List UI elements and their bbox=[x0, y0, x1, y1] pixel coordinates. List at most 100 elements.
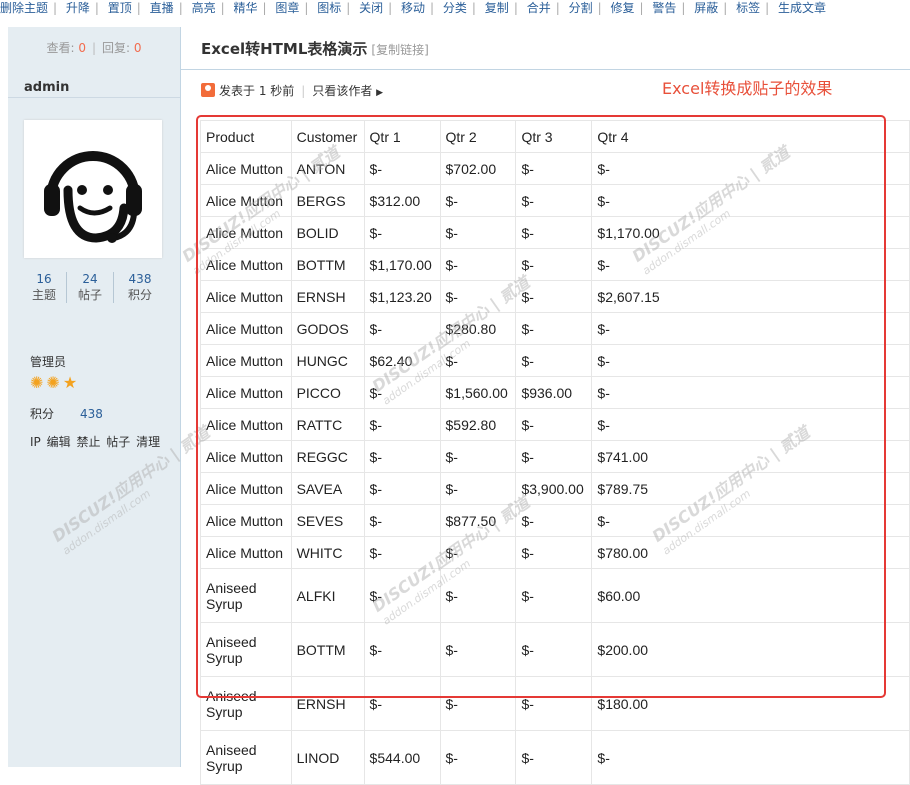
toolbar-stick[interactable]: 置顶 bbox=[108, 1, 132, 15]
star-icon: ★ bbox=[62, 373, 81, 392]
toolbar-generate-article[interactable]: 生成文章 bbox=[778, 1, 826, 15]
threads-count-value: 16 bbox=[36, 272, 52, 286]
separator: | bbox=[304, 1, 309, 15]
table-cell: $- bbox=[363, 408, 441, 441]
posts-count-label: 帖子 bbox=[77, 288, 102, 302]
table-cell: $1,123.20 bbox=[363, 280, 441, 313]
author-sidebar: 查看: 0 | 回复: 0 admin 16 主题 24 帖子 438 积分 管… bbox=[8, 27, 181, 767]
ban-link[interactable]: 禁止 bbox=[76, 435, 100, 449]
thread-title-bar: Excel转HTML表格演示 [复制链接] bbox=[181, 27, 910, 70]
toolbar-icon[interactable]: 图标 bbox=[317, 1, 341, 15]
header-cell: Product bbox=[200, 120, 292, 153]
table-cell: Alice Mutton bbox=[200, 216, 292, 249]
table-cell: $- bbox=[439, 216, 517, 249]
separator: | bbox=[765, 1, 770, 15]
table-cell: $- bbox=[515, 280, 593, 313]
toolbar-bump[interactable]: 升降 bbox=[66, 1, 90, 15]
table-cell: $200.00 bbox=[591, 622, 910, 677]
table-cell: $- bbox=[515, 216, 593, 249]
toolbar-delete-thread[interactable]: 删除主题 bbox=[0, 1, 48, 15]
table-cell: $- bbox=[439, 730, 517, 785]
table-cell: LINOD bbox=[290, 730, 365, 785]
moderation-toolbar: 删除主题 | 升降 | 置顶 | 直播 | 高亮 | 精华 | 图章 | 图标 | 关闭 | 移动… bbox=[0, 0, 910, 18]
toolbar-stamp[interactable]: 图章 bbox=[275, 1, 299, 15]
toolbar-repair[interactable]: 修复 bbox=[610, 1, 634, 15]
author-username[interactable]: admin bbox=[24, 80, 69, 95]
table-cell: BOLID bbox=[290, 216, 365, 249]
separator: | bbox=[723, 1, 728, 15]
table-cell: $789.75 bbox=[591, 472, 910, 505]
triangle-right-icon: ▶ bbox=[376, 88, 384, 98]
table-cell: $- bbox=[363, 440, 441, 473]
table-cell: $312.00 bbox=[363, 184, 441, 217]
table-cell: $3,900.00 bbox=[515, 472, 593, 505]
thread-title-text: Excel转HTML表格演示 bbox=[201, 40, 368, 58]
toolbar-merge[interactable]: 合并 bbox=[527, 1, 551, 15]
toolbar-highlight[interactable]: 高亮 bbox=[192, 1, 216, 15]
table-row: Alice Mutton SAVEA $- $- $3,900.00 $789.75 bbox=[200, 472, 910, 505]
toolbar-tags[interactable]: 标签 bbox=[736, 1, 760, 15]
table-cell: $- bbox=[515, 504, 593, 537]
replies-count: 0 bbox=[133, 41, 142, 55]
table-cell: $- bbox=[591, 376, 910, 409]
table-row: Alice Mutton ERNSH $1,123.20 $- $- $2,607.15 bbox=[200, 280, 910, 313]
avatar[interactable] bbox=[24, 120, 162, 258]
table-cell: Alice Mutton bbox=[200, 152, 292, 185]
separator: | bbox=[220, 1, 225, 15]
toolbar-block[interactable]: 屏蔽 bbox=[694, 1, 718, 15]
table-cell: WHITC bbox=[290, 536, 365, 569]
table-row: Alice Mutton PICCO $- $1,560.00 $936.00 $- bbox=[200, 376, 910, 409]
table-cell: $- bbox=[515, 622, 593, 677]
table-row: Alice Mutton SEVES $- $877.50 $- $- bbox=[200, 504, 910, 537]
separator: | bbox=[430, 1, 435, 15]
annotation-text: Excel转换成贴子的效果 bbox=[662, 79, 833, 98]
table-cell: $- bbox=[439, 472, 517, 505]
table-cell: $- bbox=[591, 312, 910, 345]
table-cell: $- bbox=[363, 622, 441, 677]
table-row: Alice Mutton REGGC $- $- $- $741.00 bbox=[200, 440, 910, 473]
posts-link[interactable]: 帖子 bbox=[106, 435, 130, 449]
ip-link[interactable]: IP bbox=[30, 435, 41, 449]
table-cell: $702.00 bbox=[439, 152, 517, 185]
toolbar-move[interactable]: 移动 bbox=[401, 1, 425, 15]
table-cell: BOTTM bbox=[290, 622, 365, 677]
toolbar-warn[interactable]: 警告 bbox=[652, 1, 676, 15]
table-cell: Alice Mutton bbox=[200, 344, 292, 377]
sun-icon: ✺ bbox=[46, 373, 63, 392]
header-cell: Qtr 1 bbox=[363, 120, 441, 153]
separator: | bbox=[513, 1, 518, 15]
table-cell: $- bbox=[439, 536, 517, 569]
table-row: Aniseed Syrup LINOD $544.00 $- $- $- bbox=[200, 730, 910, 785]
toolbar-live[interactable]: 直播 bbox=[150, 1, 174, 15]
separator: | bbox=[136, 1, 141, 15]
copy-link-button[interactable]: [复制链接] bbox=[371, 43, 428, 57]
table-cell: $- bbox=[363, 216, 441, 249]
table-cell: SEVES bbox=[290, 504, 365, 537]
posts-count[interactable]: 24 帖子 bbox=[66, 272, 114, 303]
table-cell: $- bbox=[515, 184, 593, 217]
toolbar-category[interactable]: 分类 bbox=[443, 1, 467, 15]
user-group[interactable]: 管理员 bbox=[30, 353, 66, 370]
points-count[interactable]: 438 积分 bbox=[114, 272, 166, 303]
toolbar-digest[interactable]: 精华 bbox=[233, 1, 257, 15]
toolbar-close[interactable]: 关闭 bbox=[359, 1, 383, 15]
table-cell: $741.00 bbox=[591, 440, 910, 473]
table-cell: $- bbox=[439, 184, 517, 217]
points-label: 积分 bbox=[30, 407, 55, 421]
sun-icon: ✺ bbox=[30, 373, 47, 392]
table-row: Alice Mutton HUNGC $62.40 $- $- $- bbox=[200, 344, 910, 377]
threads-count[interactable]: 16 主题 bbox=[22, 272, 66, 303]
table-cell: $- bbox=[515, 248, 593, 281]
table-cell: $- bbox=[591, 408, 910, 441]
toolbar-copy[interactable]: 复制 bbox=[485, 1, 509, 15]
toolbar-split[interactable]: 分割 bbox=[569, 1, 593, 15]
table-cell: BERGS bbox=[290, 184, 365, 217]
points-count-value: 438 bbox=[128, 272, 152, 286]
edit-link[interactable]: 编辑 bbox=[47, 435, 71, 449]
table-cell: GODOS bbox=[290, 312, 365, 345]
clean-link[interactable]: 清理 bbox=[136, 435, 160, 449]
table-cell: $- bbox=[439, 568, 517, 623]
only-author-link[interactable]: 只看该作者 ▶ bbox=[312, 84, 383, 98]
table-row: Alice Mutton BOLID $- $- $- $1,170.00 bbox=[200, 216, 910, 249]
table-cell: Aniseed Syrup bbox=[200, 568, 292, 623]
